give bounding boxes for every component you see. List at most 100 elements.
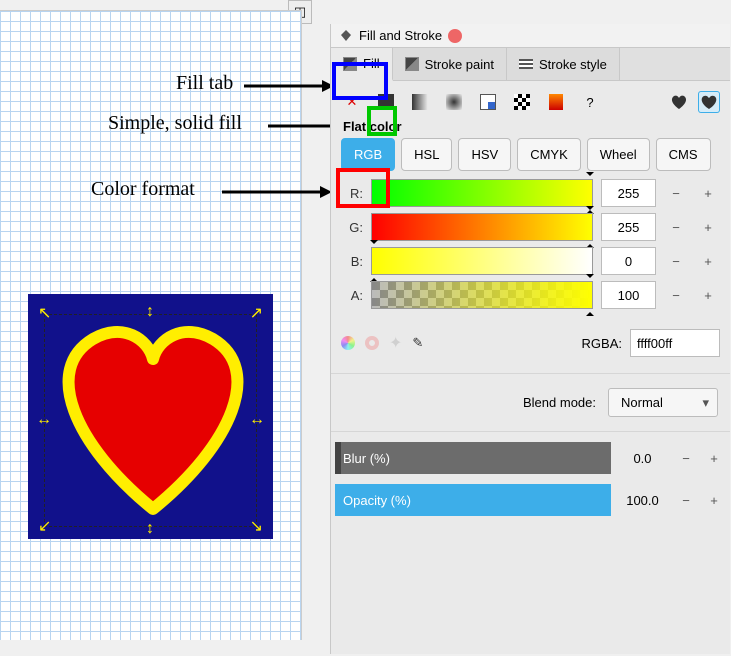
no-paint-button[interactable]: ✕ [341, 91, 363, 113]
format-wheel-button[interactable]: Wheel [587, 138, 650, 171]
blur-plus-button[interactable]: + [702, 444, 726, 472]
selection-bounds [44, 314, 257, 527]
a-minus-button[interactable]: − [664, 281, 688, 309]
fill-rule-nonzero-button[interactable] [698, 91, 720, 113]
b-plus-button[interactable]: + [696, 247, 720, 275]
r-plus-button[interactable]: + [696, 179, 720, 207]
drawing-object[interactable]: ↖ ↗ ↙ ↘ ↕ ↕ ↔ ↔ [28, 294, 273, 539]
arrow-to-color-format [222, 186, 332, 198]
tab-stroke-style[interactable]: Stroke style [507, 48, 620, 80]
rotate-handle-tl[interactable]: ↖ [38, 306, 51, 322]
linear-gradient-button[interactable] [409, 91, 431, 113]
tab-stroke-paint-label: Stroke paint [425, 57, 494, 72]
fill-swatch-icon [343, 57, 357, 71]
color-format-tabs: RGB HSL HSV CMYK Wheel CMS [331, 138, 730, 179]
annotation-color-format: Color format [91, 178, 195, 201]
tab-fill-label: Fill [363, 56, 380, 71]
rgba-label: RGBA: [582, 336, 622, 351]
x-icon: ✕ [347, 94, 358, 110]
tab-row: Fill Stroke paint Stroke style [331, 48, 730, 81]
bottom-section: Blur (%) 0.0 − + Opacity (%) 100.0 − + [331, 431, 730, 516]
blur-minus-button[interactable]: − [674, 444, 698, 472]
g-row: G: 255 − + [341, 213, 720, 241]
mesh-icon [549, 94, 563, 110]
a-row: A: 100 − + [341, 281, 720, 309]
rgba-row: ✦ ✎ RGBA: ffff00ff [331, 315, 730, 367]
b-row: B: 0 − + [341, 247, 720, 275]
donut-icon[interactable] [365, 336, 379, 350]
blend-mode-combo[interactable]: Normal [608, 388, 718, 417]
opacity-value[interactable]: 100.0 [615, 493, 670, 508]
linear-gradient-icon [412, 94, 428, 110]
flat-color-button[interactable] [375, 91, 397, 113]
g-minus-button[interactable]: − [664, 213, 688, 241]
blend-label: Blend mode: [523, 395, 596, 410]
tab-fill[interactable]: Fill [331, 48, 393, 81]
puzzle-icon[interactable]: ✦ [389, 333, 402, 353]
rotate-handle-tr[interactable]: ↗ [250, 306, 263, 322]
r-row: R: 255 − + [341, 179, 720, 207]
canvas[interactable]: ↖ ↗ ↙ ↘ ↕ ↕ ↔ ↔ [0, 10, 302, 640]
g-plus-button[interactable]: + [696, 213, 720, 241]
stroke-paint-swatch-icon [405, 57, 419, 71]
b-minus-button[interactable]: − [664, 247, 688, 275]
tab-stroke-style-label: Stroke style [539, 57, 607, 72]
blur-value[interactable]: 0.0 [615, 451, 670, 466]
mesh-gradient-button[interactable] [545, 91, 567, 113]
format-cmyk-button[interactable]: CMYK [517, 138, 581, 171]
g-label: G: [341, 220, 363, 235]
heart-wide-icon [700, 94, 718, 110]
a-plus-button[interactable]: + [696, 281, 720, 309]
rotate-handle-br[interactable]: ↘ [250, 519, 263, 535]
fill-stroke-panel: Fill and Stroke Fill Stroke paint Stroke… [330, 24, 730, 654]
b-label: B: [341, 254, 363, 269]
blend-mode-row: Blend mode: Normal [331, 373, 730, 431]
swatch-icon [514, 94, 530, 110]
opacity-minus-button[interactable]: − [674, 486, 698, 514]
flat-color-icon [378, 94, 394, 110]
paint-type-row: ✕ ? [331, 81, 730, 119]
a-slider[interactable] [371, 281, 593, 309]
opacity-slider[interactable]: Opacity (%) [335, 484, 611, 516]
fill-stroke-icon [339, 29, 353, 43]
a-value[interactable]: 100 [601, 281, 656, 309]
unknown-paint-button[interactable]: ? [579, 91, 601, 113]
rgb-sliders: R: 255 − + G: 255 − + B: 0 − + A: 100 − … [331, 179, 730, 309]
arrow-to-fill-tab [244, 80, 334, 92]
b-value[interactable]: 0 [601, 247, 656, 275]
radial-gradient-button[interactable] [443, 91, 465, 113]
g-slider[interactable] [371, 213, 593, 241]
blur-row: Blur (%) 0.0 − + [335, 442, 726, 474]
b-slider[interactable] [371, 247, 593, 275]
rotate-handle-bl[interactable]: ↙ [38, 519, 51, 535]
stroke-style-icon [519, 59, 533, 69]
format-cms-button[interactable]: CMS [656, 138, 711, 171]
format-hsl-button[interactable]: HSL [401, 138, 452, 171]
scale-handle-r[interactable]: ↔ [249, 412, 265, 428]
format-hsv-button[interactable]: HSV [458, 138, 511, 171]
g-value[interactable]: 255 [601, 213, 656, 241]
r-label: R: [341, 186, 363, 201]
color-wheel-icon[interactable] [341, 336, 355, 350]
eyedropper-button[interactable]: ✎ [412, 335, 423, 351]
scale-handle-l[interactable]: ↔ [36, 412, 52, 428]
r-minus-button[interactable]: − [664, 179, 688, 207]
r-slider[interactable] [371, 179, 593, 207]
panel-close-button[interactable] [448, 29, 462, 43]
swatch-button[interactable] [511, 91, 533, 113]
opacity-row: Opacity (%) 100.0 − + [335, 484, 726, 516]
radial-gradient-icon [446, 94, 462, 110]
rgba-input[interactable]: ffff00ff [630, 329, 720, 357]
opacity-plus-button[interactable]: + [702, 486, 726, 514]
blur-slider[interactable]: Blur (%) [335, 442, 611, 474]
fill-rule-evenodd-button[interactable] [668, 91, 690, 113]
format-rgb-button[interactable]: RGB [341, 138, 395, 171]
pattern-button[interactable] [477, 91, 499, 113]
question-icon: ? [586, 95, 593, 110]
scale-handle-b[interactable]: ↕ [146, 521, 154, 537]
tab-stroke-paint[interactable]: Stroke paint [393, 48, 507, 80]
annotation-fill-tab: Fill tab [176, 72, 233, 95]
scale-handle-t[interactable]: ↕ [146, 304, 154, 320]
panel-titlebar: Fill and Stroke [331, 24, 730, 48]
r-value[interactable]: 255 [601, 179, 656, 207]
